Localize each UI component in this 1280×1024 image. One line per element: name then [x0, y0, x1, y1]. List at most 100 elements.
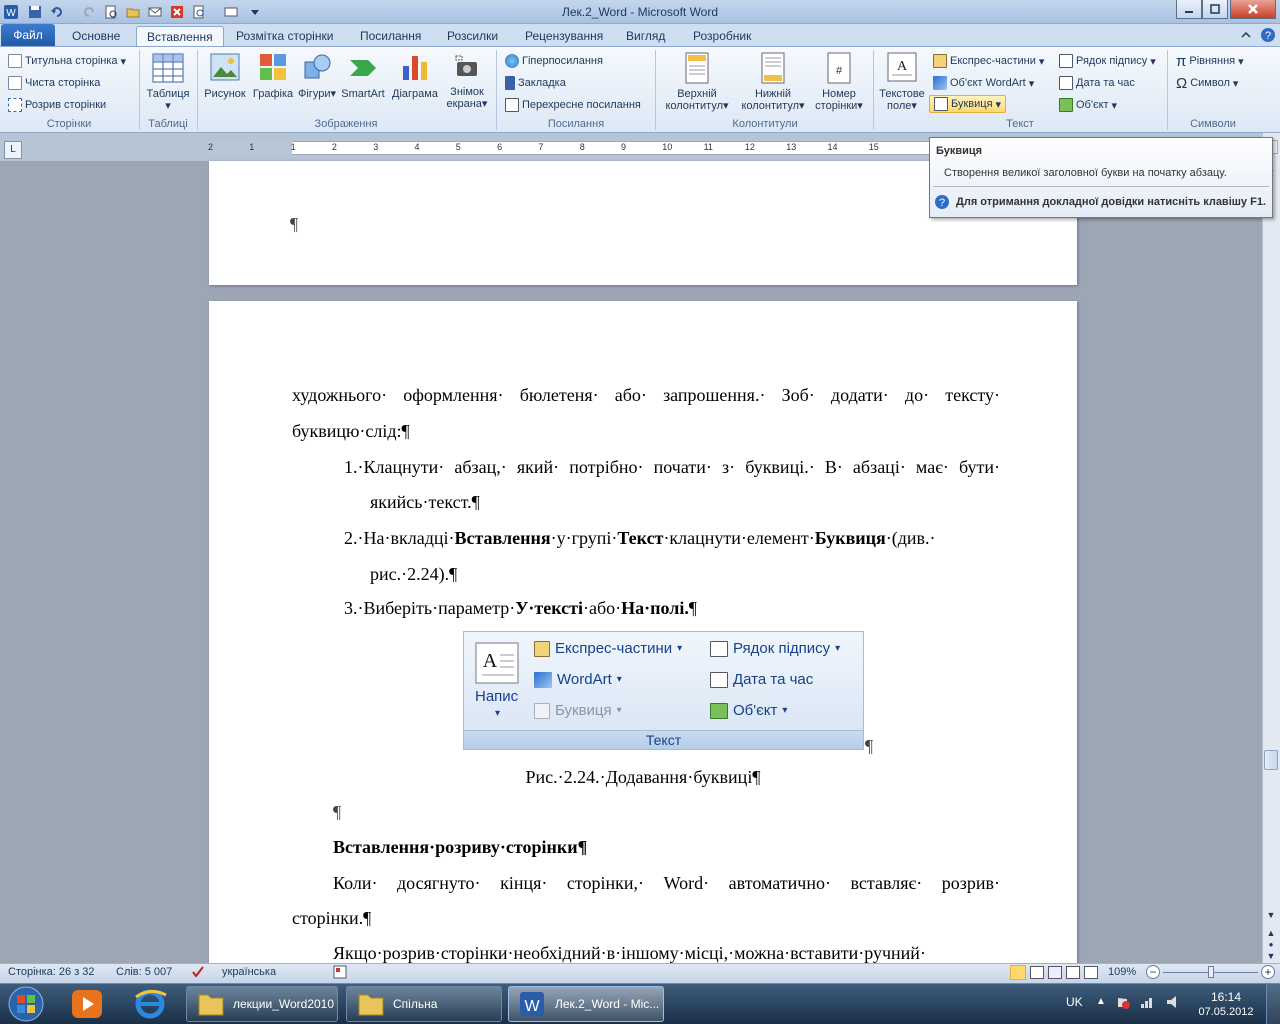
tab-insert[interactable]: Вставлення [136, 26, 224, 47]
figure-object-icon [710, 702, 728, 719]
smartart-button[interactable]: SmartArt [339, 52, 387, 100]
browse-object-icon[interactable]: ● [1264, 940, 1278, 950]
drop-cap-button[interactable]: Буквиця ▾ [929, 95, 1007, 113]
vertical-scrollbar[interactable] [1262, 133, 1280, 963]
volume-icon[interactable] [1166, 995, 1182, 1009]
quick-parts-button[interactable]: Експрес-частини ▾ [933, 52, 1044, 70]
list-item-line[interactable]: якийсь·текст.¶ [370, 492, 480, 513]
textbox-button[interactable]: A Текстове поле▾ [876, 52, 928, 112]
page-number-button[interactable]: # Номер сторінки▾ [809, 52, 869, 112]
macro-record-icon[interactable] [333, 965, 347, 979]
figure-datetime: Дата та час [710, 671, 813, 688]
bookmark-button[interactable]: Закладка [505, 74, 566, 92]
print-layout-view-icon[interactable] [1010, 965, 1026, 980]
wordart-button[interactable]: Об'єкт WordArt ▾ [933, 74, 1034, 92]
status-page-count[interactable]: Сторінка: 26 з 32 [8, 966, 95, 978]
signature-line-button[interactable]: Рядок підпису ▾ [1059, 52, 1156, 70]
zoom-out-button[interactable]: − [1146, 965, 1160, 979]
object-button[interactable]: Об'єкт ▾ [1059, 96, 1117, 114]
pi-icon: π [1176, 52, 1187, 70]
paragraph-line[interactable]: Якщо·розрив·сторінки·необхідний·в·іншому… [333, 943, 1000, 963]
clock-date[interactable]: 07.05.2012 [1196, 1006, 1256, 1018]
start-button[interactable] [6, 985, 46, 1023]
footer-button[interactable]: Нижній колонтитул▾ [735, 52, 811, 112]
tab-review[interactable]: Рецензування [515, 26, 613, 47]
outline-view-icon[interactable] [1066, 966, 1080, 979]
web-layout-view-icon[interactable] [1048, 966, 1062, 979]
paragraph-line[interactable]: художнього· оформлення· бюлетеня· або· з… [292, 385, 1000, 406]
section-heading[interactable]: Вставлення·розриву·сторінки¶ [333, 837, 587, 858]
zoom-slider-thumb[interactable] [1208, 966, 1214, 978]
taskbar-item-folder-shared[interactable]: Спільна [346, 986, 502, 1022]
svg-text:A: A [897, 59, 908, 74]
drop-cap-icon [934, 97, 948, 111]
cover-page-button[interactable]: Титульна сторінка ▾ [8, 52, 126, 70]
symbol-button[interactable]: Ω Символ ▾ [1176, 74, 1238, 92]
tab-references[interactable]: Посилання [350, 26, 431, 47]
list-item-line[interactable]: 3.·Виберіть·параметр·У·тексті·або·На·пол… [344, 598, 697, 619]
tab-developer[interactable]: Розробник [683, 26, 761, 47]
paragraph-line[interactable]: Коли· досягнуто· кінця· сторінки,· Word·… [333, 873, 1000, 894]
internet-explorer-icon[interactable] [132, 987, 168, 1021]
table-button[interactable]: Таблиця ▾ [143, 52, 193, 112]
taskbar-item-folder-lectures[interactable]: лекции_Word2010 [186, 986, 338, 1022]
clipart-button[interactable]: Графіка [251, 52, 295, 100]
previous-page-icon[interactable]: ▲ [1264, 926, 1278, 940]
status-word-count[interactable]: Слів: 5 007 [116, 966, 172, 978]
tab-file[interactable]: Файл [1, 24, 55, 47]
next-page-icon[interactable]: ▼ [1264, 950, 1278, 962]
help-icon[interactable]: ? [1260, 27, 1276, 43]
paragraph-line[interactable]: буквицю·слід:¶ [292, 421, 410, 442]
chart-button[interactable]: Діаграма [389, 52, 441, 100]
status-language[interactable]: українська [222, 966, 276, 978]
close-button[interactable] [1230, 0, 1276, 19]
tab-home[interactable]: Основне [62, 26, 130, 47]
maximize-button[interactable] [1202, 0, 1228, 19]
draft-view-icon[interactable] [1084, 966, 1098, 979]
picture-icon [210, 53, 240, 81]
action-center-icon[interactable] [1116, 995, 1130, 1009]
figure-quickparts: Експрес-частини ▾ [534, 640, 682, 657]
scroll-thumb[interactable] [1264, 750, 1278, 770]
taskbar-item-word[interactable]: W Лек.2_Word - Mic... [508, 986, 664, 1022]
scroll-down-icon[interactable]: ▼ [1264, 908, 1278, 922]
page-break-button[interactable]: Розрив сторінки [8, 96, 106, 114]
paragraph-line[interactable]: сторінки.¶ [292, 908, 371, 929]
hyperlink-button[interactable]: Гіперпосилання [505, 52, 603, 70]
figure-textbox-icon: A [474, 641, 520, 685]
shapes-button[interactable]: Фігури▾ [297, 52, 337, 100]
hyperlink-icon [505, 54, 519, 68]
tab-page-layout[interactable]: Розмітка сторінки [226, 26, 343, 47]
media-player-icon[interactable] [70, 988, 104, 1020]
ribbon-minimize-icon[interactable] [1240, 29, 1252, 41]
figure-group-label: Текст [464, 730, 863, 749]
tab-mailings[interactable]: Розсилки [437, 26, 508, 47]
input-language[interactable]: UK [1066, 995, 1083, 1009]
date-time-button[interactable]: Дата та час [1059, 74, 1135, 92]
window-title: Лек.2_Word - Microsoft Word [561, 5, 719, 19]
zoom-in-button[interactable]: + [1261, 965, 1275, 979]
figure-caption[interactable]: Рис.·2.24.·Додавання·буквиці¶ [209, 767, 1077, 788]
show-desktop-button[interactable] [1266, 984, 1280, 1024]
clock-time[interactable]: 16:14 [1196, 990, 1256, 1004]
zoom-level[interactable]: 109% [1108, 966, 1136, 978]
equation-button[interactable]: π Рівняння ▾ [1176, 52, 1244, 70]
cross-reference-button[interactable]: Перехресне посилання [505, 96, 641, 114]
list-item-line[interactable]: 2.·На·вкладці·Вставлення·у·групі·Текст·к… [344, 528, 936, 549]
tab-view[interactable]: Вигляд [616, 26, 675, 47]
tooltip-help-text: Для отримання докладної довідки натисніт… [956, 196, 1266, 208]
tray-expand-icon[interactable]: ▲ [1096, 996, 1106, 1007]
blank-page-button[interactable]: Чиста сторінка [8, 74, 100, 92]
list-item-line[interactable]: 1.·Клацнути· абзац,· який· потрібно· поч… [344, 457, 1000, 478]
spelling-check-icon[interactable] [190, 964, 206, 980]
tooltip-help-icon: ? [934, 194, 950, 210]
tab-selector-icon[interactable]: L [4, 141, 22, 159]
minimize-button[interactable] [1176, 0, 1202, 19]
fullscreen-reading-view-icon[interactable] [1030, 966, 1044, 979]
picture-button[interactable]: Рисунок [203, 52, 247, 100]
network-icon[interactable] [1140, 995, 1156, 1009]
header-button[interactable]: Верхній колонтитул▾ [659, 52, 735, 112]
list-item-line[interactable]: рис.·2.24).¶ [370, 564, 457, 585]
screenshot-button[interactable]: Знімок екрана▾ [443, 52, 491, 110]
ruler-tick-label: 10 [662, 142, 673, 152]
